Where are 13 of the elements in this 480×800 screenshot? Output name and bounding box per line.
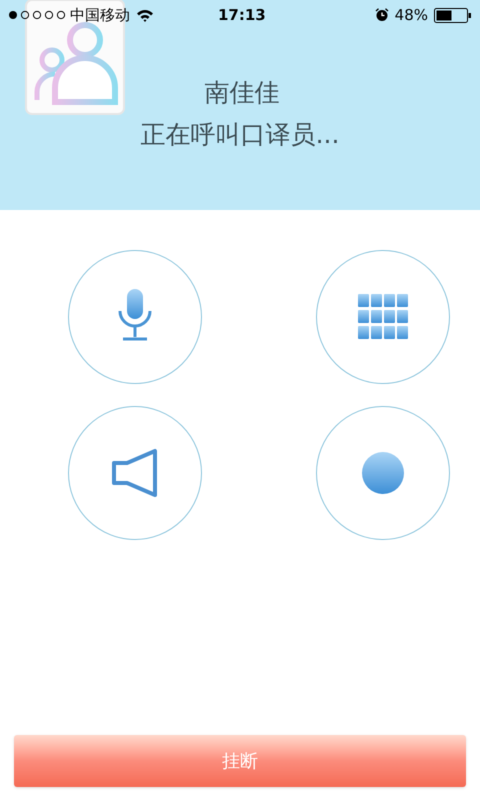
clock-time: 17:13 xyxy=(218,4,266,26)
contact-name: 南佳佳 xyxy=(204,77,280,109)
carrier-name: 中国移动 xyxy=(70,4,130,26)
alarm-icon xyxy=(374,8,389,22)
speaker-icon xyxy=(111,448,159,498)
keypad-icon xyxy=(358,294,408,340)
battery-percent: 48% xyxy=(394,4,428,26)
call-status: 正在呼叫口译员... xyxy=(140,119,340,151)
record-icon xyxy=(361,451,405,495)
signal-icon xyxy=(8,10,66,20)
hang-up-button[interactable]: 挂断 xyxy=(14,735,466,787)
battery-icon xyxy=(434,8,472,22)
wifi-icon xyxy=(136,8,154,22)
